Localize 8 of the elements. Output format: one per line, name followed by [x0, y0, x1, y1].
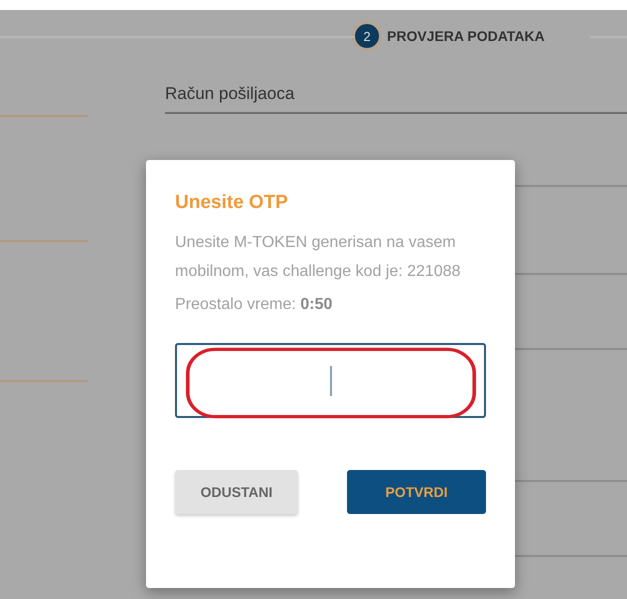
dialog-message: Unesite M-TOKEN generisan na vasem mobilnom, vas challenge kod je: 221088 — [175, 233, 462, 282]
text-field[interactable]: Račun pošiljaoca — [165, 84, 627, 114]
timer-text: Preostalo vreme: 0:50 — [175, 295, 334, 315]
dialog-title: Unesite OTP — [175, 192, 289, 214]
cancel-button[interactable]: ODUSTANI — [175, 470, 298, 514]
step-label: PROVJERA PODATAKA — [387, 28, 545, 44]
confirm-button[interactable]: POTVRDI — [347, 470, 486, 514]
step-number-badge: 2 — [355, 24, 379, 48]
